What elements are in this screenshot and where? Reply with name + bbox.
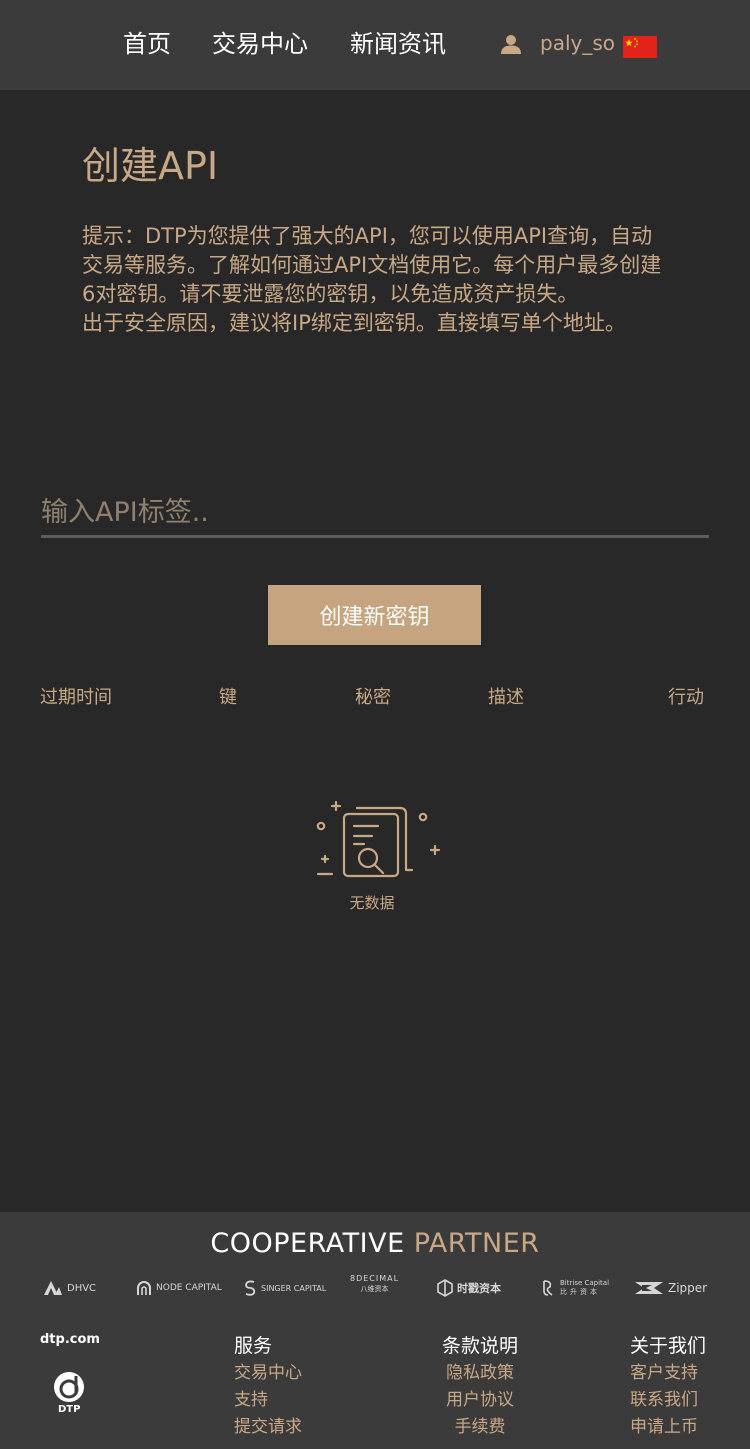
partner-name-singer-capital: SINGER CAPITAL — [261, 1283, 327, 1293]
partner-logo-bitrise-capital[interactable]: Bitrise Capital 比升资本 — [540, 1276, 609, 1300]
api-label-input[interactable] — [41, 490, 709, 538]
footer-link-user-agreement[interactable]: 用户协议 — [442, 1387, 518, 1414]
column-header-secret: 秘密 — [355, 687, 391, 708]
hint-paragraph-1: 提示：DTP为您提供了强大的API，您可以使用API查询，自动交易等服务。了解如… — [82, 224, 662, 306]
cooperative-partner-title: COOPERATIVE PARTNER — [0, 1226, 750, 1262]
node-capital-logo-icon — [137, 1281, 151, 1295]
partner-name-node-capital: NODE CAPITAL — [156, 1283, 222, 1293]
nav-home-link[interactable]: 首页 — [123, 26, 171, 62]
footer-link-fees[interactable]: 手续费 — [442, 1414, 518, 1441]
partner-logo-dhvc[interactable]: DHVC — [43, 1276, 96, 1300]
nav-trading-center-link[interactable]: 交易中心 — [212, 26, 308, 62]
hint-paragraph-2: 出于安全原因，建议将IP绑定到密钥。直接填写单个地址。 — [82, 311, 626, 335]
partner-sub-bitrise-capital: 比升资本 — [560, 1288, 600, 1296]
partner-name-zipper: Zipper — [668, 1281, 708, 1295]
api-hint-text: 提示：DTP为您提供了强大的API，您可以使用API查询，自动交易等服务。了解如… — [82, 222, 672, 338]
nav-news-link[interactable]: 新闻资讯 — [350, 26, 446, 62]
dtp-logo-icon[interactable] — [52, 1370, 86, 1404]
user-icon[interactable] — [500, 33, 522, 55]
footer-domain[interactable]: dtp.com — [40, 1331, 100, 1349]
partner-name-8decimal: 8DECIMAL — [350, 1274, 400, 1283]
footer-column-terms: 条款说明 隐私政策 用户协议 手续费 — [442, 1332, 518, 1441]
china-flag-icon[interactable] — [623, 36, 657, 58]
dhvc-logo-icon — [44, 1281, 62, 1295]
singer-capital-logo-icon — [245, 1280, 256, 1296]
footer-link-customer-support[interactable]: 客户支持 — [630, 1360, 706, 1387]
partner-name-dhvc: DHVC — [67, 1282, 97, 1294]
coop-title-gold: PARTNER — [413, 1228, 540, 1259]
footer-heading-about: 关于我们 — [630, 1335, 707, 1357]
footer-link-support[interactable]: 支持 — [234, 1387, 302, 1414]
partner-logo-singer-capital[interactable]: SINGER CAPITAL — [243, 1276, 326, 1300]
column-header-expiry: 过期时间 — [40, 687, 112, 708]
footer-link-trading-center[interactable]: 交易中心 — [234, 1360, 302, 1387]
bitrise-capital-logo-icon — [543, 1280, 553, 1296]
footer-column-services: 服务 交易中心 支持 提交请求 — [234, 1332, 302, 1441]
create-key-button[interactable]: 创建新密钥 — [268, 585, 481, 645]
empty-state-text: 无数据 — [349, 894, 395, 912]
zipper-logo-icon — [635, 1282, 663, 1294]
footer-column-about: 关于我们 客户支持 联系我们 申请上币 — [630, 1332, 706, 1441]
footer-heading-terms: 条款说明 — [442, 1335, 519, 1357]
partner-logo-zipper[interactable]: Zipper — [634, 1276, 707, 1300]
top-nav-bar: 首页 交易中心 新闻资讯 paly_so — [0, 0, 750, 90]
footer-link-apply-listing[interactable]: 申请上币 — [630, 1414, 706, 1441]
partner-logo-node-capital[interactable]: NODE CAPITAL — [136, 1276, 222, 1300]
partner-name-bitrise-capital: Bitrise Capital — [560, 1279, 610, 1287]
column-header-key: 键 — [219, 687, 237, 708]
footer-link-privacy-policy[interactable]: 隐私政策 — [442, 1360, 518, 1387]
footer: COOPERATIVE PARTNER DHVC NODE CAPITAL SI… — [0, 1212, 750, 1449]
footer-link-submit-request[interactable]: 提交请求 — [234, 1414, 302, 1441]
timestamp-capital-logo-icon — [437, 1279, 453, 1297]
partner-logo-8decimal[interactable]: 8DECIMAL 八维资本 — [350, 1274, 399, 1298]
partner-logo-timestamp-capital[interactable]: 时戳资本 — [437, 1276, 501, 1300]
column-header-action: 行动 — [668, 687, 704, 708]
footer-link-contact-us[interactable]: 联系我们 — [630, 1387, 706, 1414]
no-data-icon — [316, 800, 441, 878]
footer-heading-services: 服务 — [234, 1335, 273, 1357]
column-header-description: 描述 — [488, 687, 524, 708]
bitrise-capital-text: Bitrise Capital 比升资本 — [560, 1279, 609, 1297]
partner-sub-8decimal: 八维资本 — [360, 1285, 389, 1293]
page-title: 创建API — [82, 144, 219, 188]
partner-name-timestamp-capital: 时戳资本 — [457, 1282, 501, 1295]
coop-title-white: COOPERATIVE — [210, 1228, 405, 1259]
username-label[interactable]: paly_so — [540, 28, 615, 58]
dtp-logo-text: DTP — [58, 1404, 81, 1415]
